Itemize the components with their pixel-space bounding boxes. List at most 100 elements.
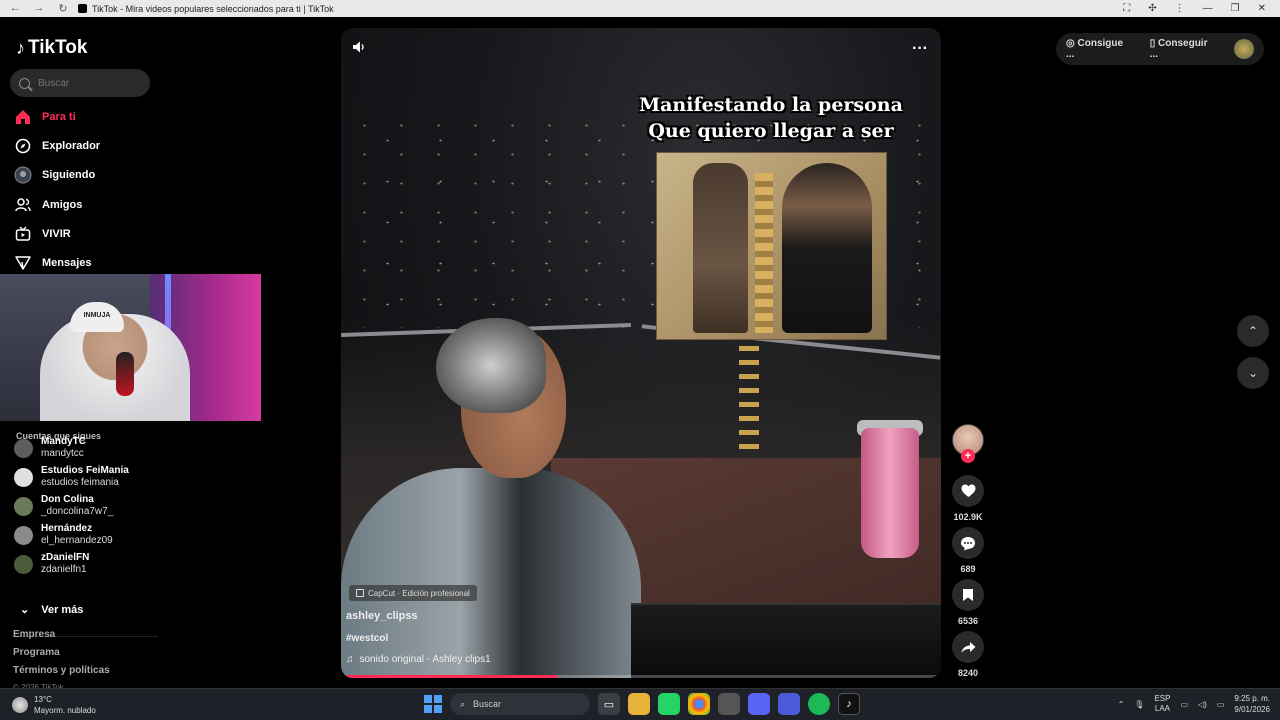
chevron-down-icon: ⌄ <box>20 604 30 616</box>
heart-icon[interactable] <box>952 475 984 507</box>
account-item[interactable]: MandyTC mandytcc <box>14 436 86 460</box>
volume-icon[interactable] <box>352 40 366 57</box>
account-item[interactable]: Hernández el_hernandez09 <box>14 523 113 547</box>
extensions-icon[interactable]: ✣ <box>1148 3 1156 14</box>
tiktok-logo[interactable]: ♪ TikTok <box>16 37 87 59</box>
overlay-line-2: Que quiero llegar a ser <box>648 120 894 142</box>
comment-action[interactable]: 689 <box>952 527 984 574</box>
back-icon[interactable]: ← <box>8 2 22 15</box>
footer-link-programa[interactable]: Programa <box>13 647 60 658</box>
like-action[interactable]: 102.9K <box>952 475 984 522</box>
battery-icon[interactable]: ▭ <box>1217 700 1225 709</box>
tray-overflow-icon[interactable]: ⌃ <box>1118 700 1125 709</box>
meme-figure-right <box>782 163 872 333</box>
sidebar-item-vivir[interactable]: VIVIR <box>14 225 71 243</box>
account-handle: zdanielfn1 <box>41 564 87 575</box>
more-options-icon[interactable]: ··· <box>912 40 928 58</box>
translate-icon[interactable]: ⛶ <box>1123 3 1130 14</box>
video-man-jacket <box>341 468 641 678</box>
more-menu-icon[interactable]: ⋮ <box>1175 3 1185 14</box>
chevron-up-icon: ⌃ <box>1247 324 1259 338</box>
account-handle: _doncolina7w7_ <box>41 506 114 517</box>
profile-avatar[interactable] <box>1234 39 1254 59</box>
avatar <box>14 554 33 574</box>
account-name: Hernández <box>41 523 93 534</box>
tiktok-favicon-icon <box>78 4 87 13</box>
home-icon <box>14 108 32 126</box>
get-app-button[interactable]: ▯ Conseguir ... <box>1150 38 1218 60</box>
save-count: 6536 <box>957 616 979 626</box>
avatar <box>14 438 33 458</box>
chrome-icon[interactable] <box>688 693 710 715</box>
taskbar-search[interactable]: ⌕ Buscar <box>450 693 590 715</box>
overlay-line-1: Manifestando la persona <box>639 94 903 116</box>
network-icon[interactable]: ▭ <box>1180 700 1188 709</box>
phone-icon: ▯ <box>1149 38 1156 49</box>
get-coins-button[interactable]: ◎ Consigue ... <box>1066 38 1134 60</box>
save-action[interactable]: 6536 <box>952 579 984 626</box>
app-icon[interactable] <box>778 693 800 715</box>
language-indicator[interactable]: ESP LAA <box>1154 694 1170 714</box>
steam-icon[interactable] <box>718 693 740 715</box>
account-item[interactable]: zDanielFN zdanielfn1 <box>14 552 89 576</box>
forward-icon[interactable]: → <box>32 2 46 15</box>
tiktok-page: ← → ↻ TikTok - Mira videos populares sel… <box>0 0 1280 720</box>
task-view-icon[interactable]: ▭ <box>598 693 620 715</box>
video-overlay-caption: Manifestando la persona Que quiero llega… <box>621 92 921 144</box>
footer-link-empresa[interactable]: Empresa <box>13 629 55 640</box>
account-name: zDanielFN <box>41 552 90 563</box>
maximize-icon[interactable]: ❐ <box>1231 3 1240 14</box>
top-right-actions: ◎ Consigue ... ▯ Conseguir ... <box>1056 33 1264 65</box>
search-box[interactable] <box>10 69 150 97</box>
capcut-badge[interactable]: CapCut · Edición profesional <box>349 585 477 601</box>
bookmark-icon[interactable] <box>952 579 984 611</box>
tab-title: TikTok - Mira videos populares seleccion… <box>78 4 334 14</box>
next-video-button[interactable]: ⌄ <box>1237 357 1269 389</box>
sidebar-item-siguiendo[interactable]: Siguiendo <box>14 166 95 184</box>
volume-tray-icon[interactable]: ◁) <box>1198 700 1207 709</box>
sidebar-item-mensajes[interactable]: Mensajes <box>14 254 92 272</box>
share-icon[interactable] <box>952 631 984 663</box>
follow-plus-icon[interactable]: + <box>961 449 975 463</box>
tiktok-app-icon[interactable]: ♪ <box>838 693 860 715</box>
previous-video-button[interactable]: ⌃ <box>1237 315 1269 347</box>
whatsapp-icon[interactable] <box>658 693 680 715</box>
tiktok-note-icon: ♪ <box>16 37 25 58</box>
account-item[interactable]: Don Colina _doncolina7w7_ <box>14 494 113 518</box>
avatar <box>14 525 33 545</box>
file-explorer-icon[interactable] <box>628 693 650 715</box>
video-progress-bar[interactable] <box>341 675 941 678</box>
comment-count: 689 <box>960 564 976 574</box>
share-action[interactable]: 8240 <box>952 631 984 678</box>
reload-icon[interactable]: ↻ <box>56 2 70 15</box>
video-player[interactable]: Manifestando la persona Que quiero llega… <box>341 28 941 678</box>
windows-start-icon[interactable] <box>424 695 442 713</box>
close-icon[interactable]: ✕ <box>1258 3 1266 14</box>
weather-widget[interactable]: 13°C Mayorm. nublado <box>12 694 96 716</box>
search-input[interactable] <box>38 77 138 89</box>
sidebar-item-amigos[interactable]: Amigos <box>14 196 82 214</box>
lang-layout: LAA <box>1154 704 1170 713</box>
footer-link-terminos[interactable]: Términos y políticas <box>13 665 110 676</box>
account-item[interactable]: Estudios FeiMania estudios feimania <box>14 465 129 489</box>
spotify-icon[interactable] <box>808 693 830 715</box>
mic-icon[interactable]: 🎙 <box>1134 700 1144 709</box>
minimize-icon[interactable]: — <box>1203 3 1213 14</box>
windows-taskbar: 13°C Mayorm. nublado ⌕ Buscar ▭ ♪ ⌃ 🎙 ESP L… <box>0 688 1280 720</box>
clock-time: 9:25 p. m. <box>1234 694 1270 703</box>
video-meme-image <box>656 152 887 340</box>
video-sound[interactable]: ♫ sonido original - Ashley clips1 <box>346 654 491 665</box>
video-man-hair <box>436 318 546 413</box>
video-author[interactable]: ashley_clipss <box>346 610 418 622</box>
capcut-label: CapCut · Edición profesional <box>368 588 470 598</box>
search-icon <box>19 77 30 89</box>
comment-icon[interactable] <box>952 527 984 559</box>
see-more-button[interactable]: ⌄ Ver más <box>20 603 83 617</box>
logo-text: TikTok <box>28 37 88 58</box>
discord-icon[interactable] <box>748 693 770 715</box>
sidebar-item-explorador[interactable]: Explorador <box>14 137 100 155</box>
compass-icon <box>14 137 32 155</box>
video-hashtag[interactable]: #westcol <box>346 633 388 644</box>
clock[interactable]: 9:25 p. m. 9/01/2026 <box>1234 693 1270 715</box>
sidebar-item-para-ti[interactable]: Para ti <box>14 108 76 126</box>
